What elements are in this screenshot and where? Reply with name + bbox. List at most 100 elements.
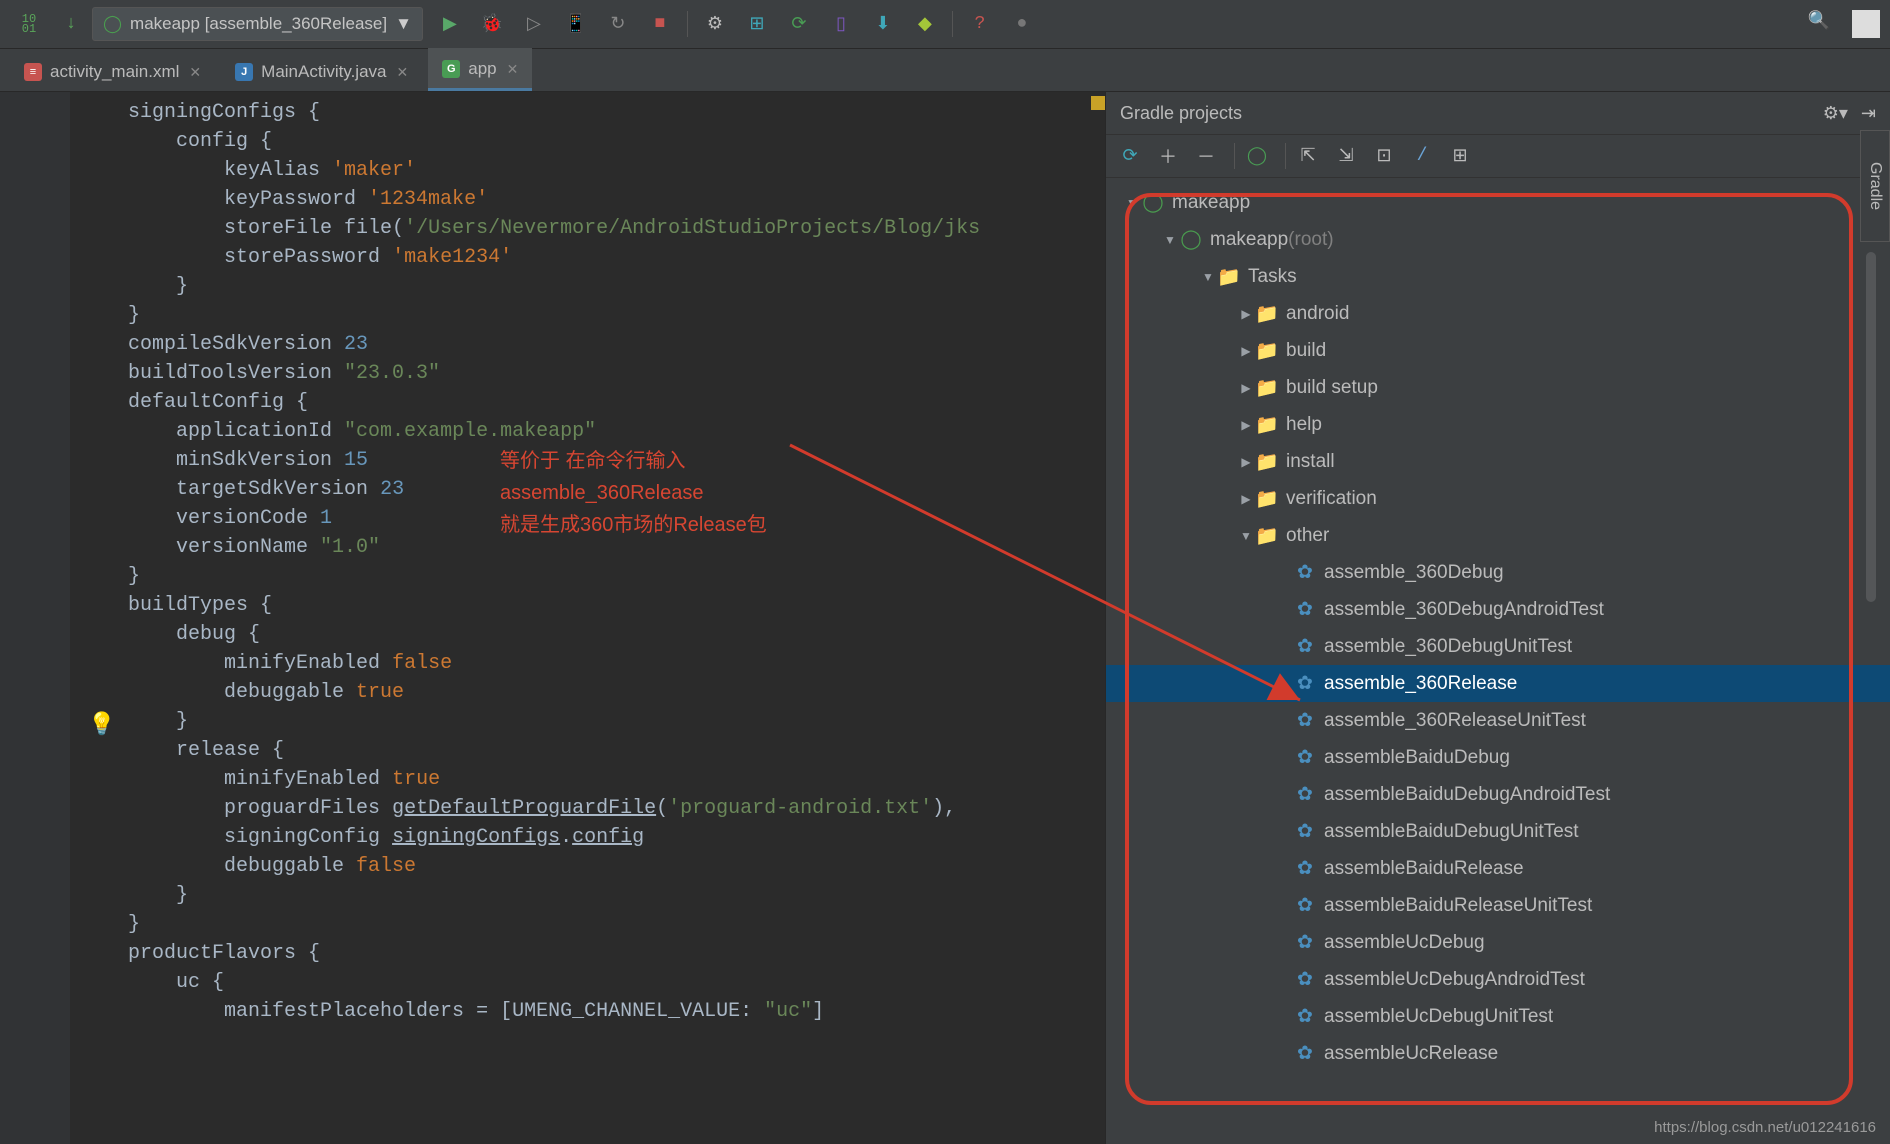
gradle-node[interactable]: ▶📁verification (1106, 480, 1890, 517)
code-line: storeFile file('/Users/Nevermore/Android… (80, 214, 1105, 243)
run-config-selector[interactable]: ◯ makeapp [assemble_360Release] ▼ (92, 7, 423, 41)
sort-down-icon[interactable]: ↓ (53, 6, 89, 42)
separator (687, 11, 688, 37)
expand-all-icon[interactable]: ⇱ (1292, 140, 1324, 172)
close-icon[interactable]: ✕ (507, 61, 519, 78)
tree-label: other (1286, 525, 1329, 547)
gradle-task[interactable]: ✿assembleUcDebug (1106, 924, 1890, 961)
avd-manager-icon[interactable]: ▯ (823, 6, 859, 42)
refresh-icon[interactable]: ⟳ (1114, 140, 1146, 172)
debug-icon[interactable]: 🐞 (474, 6, 510, 42)
user-avatar[interactable] (1852, 10, 1880, 38)
add-icon[interactable]: ＋ (1152, 140, 1184, 172)
gradle-icon: ◯ (1142, 192, 1164, 214)
gradle-task[interactable]: ✿assembleBaiduDebugUnitTest (1106, 813, 1890, 850)
editor-tab[interactable]: ≡activity_main.xml✕ (10, 51, 215, 91)
run-coverage-icon[interactable]: ▷ (516, 6, 552, 42)
settings-icon[interactable]: ⚙ (697, 6, 733, 42)
stop-icon[interactable]: ■ (642, 6, 678, 42)
lightbulb-icon[interactable]: 💡 (88, 712, 115, 738)
tree-label: assembleUcDebugUnitTest (1324, 1006, 1553, 1028)
gradle-side-tab[interactable]: Gradle (1860, 130, 1890, 242)
folder-icon: 📁 (1256, 340, 1278, 362)
expand-icon[interactable]: ▼ (1122, 196, 1142, 210)
gear-icon[interactable]: ⚙▾ (1823, 103, 1848, 123)
expand-icon[interactable]: ▶ (1236, 307, 1256, 321)
gradle-node[interactable]: ▼📁 other (1106, 517, 1890, 554)
code-line: debug { (80, 620, 1105, 649)
expand-icon[interactable]: ▶ (1236, 492, 1256, 506)
panel-toolbar: ⟳ ＋ － ◯ ⇱ ⇲ ⊡ / ⊞ (1106, 135, 1890, 178)
gradle-task[interactable]: ✿assemble_360DebugUnitTest (1106, 628, 1890, 665)
gradle-task[interactable]: ✿assemble_360DebugAndroidTest (1106, 591, 1890, 628)
gradle-node[interactable]: ▼📁Tasks (1106, 258, 1890, 295)
scrollbar-thumb[interactable] (1866, 252, 1876, 602)
gradle-node[interactable]: ▶📁build (1106, 332, 1890, 369)
gradle-task[interactable]: ✿assembleUcDebugAndroidTest (1106, 961, 1890, 998)
expand-icon[interactable]: ▼ (1236, 529, 1256, 543)
profile-icon[interactable]: ↻ (600, 6, 636, 42)
remove-icon[interactable]: － (1190, 140, 1222, 172)
annotation-line3: 就是生成360市场的Release包 (500, 510, 767, 540)
gradle-task[interactable]: ✿assembleUcRelease (1106, 1035, 1890, 1072)
tree-label: verification (1286, 488, 1377, 510)
gradle-node[interactable]: ▶📁install (1106, 443, 1890, 480)
expand-icon[interactable]: ▶ (1236, 344, 1256, 358)
editor-tab[interactable]: JMainActivity.java✕ (221, 51, 422, 91)
circle-icon[interactable]: ● (1004, 6, 1040, 42)
gradle-node[interactable]: ▶📁help (1106, 406, 1890, 443)
collapse-all-icon[interactable]: ⇲ (1330, 140, 1362, 172)
help-icon[interactable]: ? (962, 6, 998, 42)
folder-icon: 📁 (1256, 303, 1278, 325)
tree-label: makeapp (1172, 192, 1250, 214)
project-structure-icon[interactable]: ⊞ (739, 6, 775, 42)
expand-icon[interactable]: ▼ (1198, 270, 1218, 284)
gradle-node[interactable]: ▼◯ makeapp (1106, 184, 1890, 221)
file-icon: ≡ (24, 63, 42, 81)
android-icon[interactable]: ◆ (907, 6, 943, 42)
code-line: keyPassword '1234make' (80, 185, 1105, 214)
gradle-task[interactable]: ✿assemble_360ReleaseUnitTest (1106, 702, 1890, 739)
close-icon[interactable]: ✕ (189, 64, 201, 81)
gradle-task[interactable]: ✿ assembleUcDebugUnitTest (1106, 998, 1890, 1035)
run-icon[interactable]: ▶ (432, 6, 468, 42)
code-line: signingConfigs { (80, 98, 1105, 127)
expand-icon[interactable]: ▼ (1160, 233, 1180, 247)
search-icon[interactable]: 🔍 (1808, 10, 1830, 32)
tree-label: Tasks (1248, 266, 1297, 288)
task-icon: ✿ (1294, 895, 1316, 917)
gradle-task[interactable]: ✿assemble_360Debug (1106, 554, 1890, 591)
attach-icon[interactable]: 📱 (558, 6, 594, 42)
expand-icon[interactable]: ▶ (1236, 381, 1256, 395)
editor-tab[interactable]: Gapp✕ (428, 48, 532, 91)
task-activation-icon[interactable]: ⊞ (1444, 140, 1476, 172)
sync-gradle-icon[interactable]: ⟳ (781, 6, 817, 42)
gradle-node[interactable]: ▶📁android (1106, 295, 1890, 332)
gradle-tree[interactable]: ▼◯makeapp▼◯makeapp (root)▼📁Tasks▶📁androi… (1106, 178, 1890, 1144)
task-icon: ✿ (1294, 562, 1316, 584)
gradle-task[interactable]: ✿assembleBaiduReleaseUnitTest (1106, 887, 1890, 924)
expand-icon[interactable]: ▶ (1236, 418, 1256, 432)
gradle-node[interactable]: ▼◯makeapp (root) (1106, 221, 1890, 258)
code-editor[interactable]: signingConfigs { config { keyAlias 'make… (0, 92, 1105, 1144)
code-line: signingConfig signingConfigs.config (80, 823, 1105, 852)
folder-icon: 📁 (1256, 451, 1278, 473)
gradle-task[interactable]: ✿assembleBaiduDebug (1106, 739, 1890, 776)
folder-icon: 📁 (1256, 525, 1278, 547)
close-icon[interactable]: ✕ (397, 64, 409, 81)
gradle-task[interactable]: ✿assemble_360Release (1106, 665, 1890, 702)
hide-panel-icon[interactable]: ⇥ (1861, 103, 1876, 123)
execute-icon[interactable]: ◯ (1241, 140, 1273, 172)
gradle-task[interactable]: ✿assembleBaiduRelease (1106, 850, 1890, 887)
annotation-line2: assemble_360Release (500, 478, 703, 508)
offline-icon[interactable]: / (1406, 140, 1438, 172)
separator (952, 11, 953, 37)
task-icon: ✿ (1294, 1006, 1316, 1028)
task-icon: ✿ (1294, 599, 1316, 621)
gradle-task[interactable]: ✿assembleBaiduDebugAndroidTest (1106, 776, 1890, 813)
show-options-icon[interactable]: ⊡ (1368, 140, 1400, 172)
sdk-manager-icon[interactable]: ⬇ (865, 6, 901, 42)
expand-icon[interactable]: ▶ (1236, 455, 1256, 469)
binary-icon[interactable]: 1001 (11, 6, 47, 42)
gradle-node[interactable]: ▶📁build setup (1106, 369, 1890, 406)
